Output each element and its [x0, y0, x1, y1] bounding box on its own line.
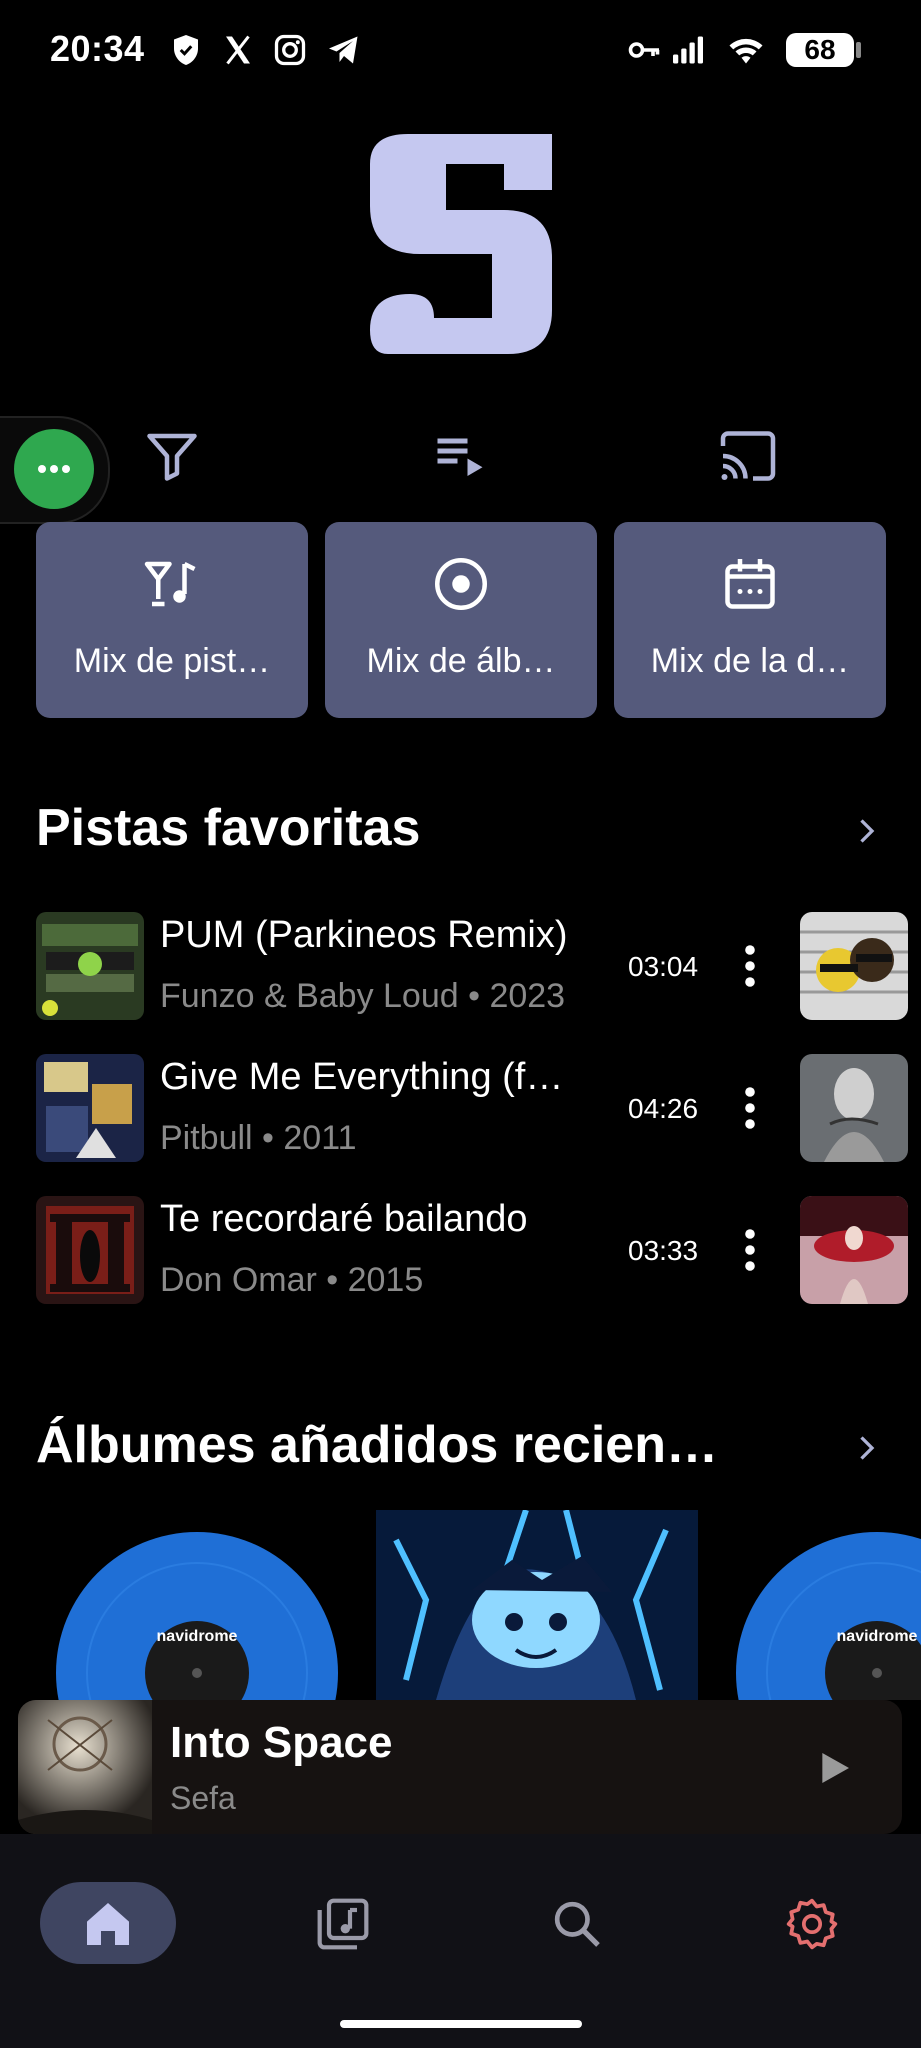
more-vert-icon[interactable]	[740, 942, 760, 990]
filter-icon[interactable]	[142, 426, 202, 486]
more-vert-icon[interactable]	[740, 1226, 760, 1274]
more-vert-icon[interactable]	[740, 1084, 760, 1132]
library-icon[interactable]	[315, 1896, 371, 1952]
track-cover[interactable]	[36, 1054, 144, 1162]
key-icon	[628, 42, 660, 58]
album-icon	[435, 558, 487, 610]
settings-icon[interactable]	[784, 1896, 840, 1952]
album-tile[interactable]: navidrome	[56, 1532, 338, 1700]
track-subtitle: Funzo & Baby Loud • 2023	[160, 977, 566, 1015]
album-tile[interactable]: navidrome	[736, 1532, 921, 1700]
side-cover[interactable]	[800, 1054, 908, 1162]
track-subtitle: Don Omar • 2015	[160, 1261, 424, 1299]
glass-music-icon	[144, 561, 196, 607]
mix-tracks-card[interactable]: Mix de pist…	[36, 522, 308, 718]
now-playing-cover[interactable]	[18, 1700, 152, 1834]
album-tile[interactable]	[376, 1510, 698, 1700]
calendar-icon	[725, 559, 775, 609]
app-logo	[370, 134, 552, 354]
mix-albums-card[interactable]: Mix de álb…	[325, 522, 597, 718]
track-subtitle: Pitbull • 2011	[160, 1119, 357, 1157]
search-icon[interactable]	[549, 1896, 605, 1952]
track-cover[interactable]	[36, 1196, 144, 1304]
albums-carousel: navidrome navidrome	[0, 1510, 921, 1700]
now-playing-title: Into Space	[170, 1718, 393, 1767]
home-indicator	[340, 2020, 582, 2028]
shield-icon	[174, 35, 198, 65]
x-icon	[226, 35, 250, 65]
album-label-text: navidrome	[836, 1628, 918, 1645]
battery-icon: 68	[786, 33, 854, 67]
track-title: Te recordaré bailando	[160, 1198, 528, 1240]
play-icon[interactable]	[814, 1748, 854, 1788]
recent-albums-title: Álbumes añadidos recien…	[36, 1416, 718, 1474]
more-icon	[38, 465, 70, 473]
chevron-right-icon[interactable]	[848, 1430, 884, 1466]
mix-label: Mix de la d…	[650, 642, 850, 680]
home-icon[interactable]	[80, 1896, 136, 1952]
track-title: Give Me Everything (f…	[160, 1056, 564, 1098]
side-cover[interactable]	[800, 1196, 908, 1304]
more-button[interactable]	[14, 429, 94, 509]
mix-day-card[interactable]: Mix de la d…	[614, 522, 886, 718]
track-duration: 03:33	[628, 1235, 699, 1266]
album-label-text: navidrome	[156, 1628, 238, 1645]
mix-label: Mix de pist…	[73, 642, 271, 680]
cast-icon[interactable]	[718, 426, 778, 486]
now-playing-artist: Sefa	[170, 1780, 236, 1816]
track-title: PUM (Parkineos Remix)	[160, 914, 568, 956]
mix-label: Mix de álb…	[366, 642, 556, 680]
track-duration: 04:26	[628, 1093, 699, 1124]
track-duration: 03:04	[628, 951, 699, 982]
battery-tip	[856, 42, 861, 58]
wifi-icon	[729, 38, 763, 64]
queue-icon[interactable]	[430, 426, 490, 486]
track-cover[interactable]	[36, 912, 144, 1020]
favorites-title: Pistas favoritas	[36, 799, 421, 857]
chevron-right-icon[interactable]	[848, 813, 884, 849]
side-cover[interactable]	[800, 912, 908, 1020]
instagram-icon	[274, 34, 306, 66]
telegram-icon	[329, 36, 358, 64]
signal-icon	[673, 36, 703, 64]
status-time: 20:34	[50, 28, 145, 69]
